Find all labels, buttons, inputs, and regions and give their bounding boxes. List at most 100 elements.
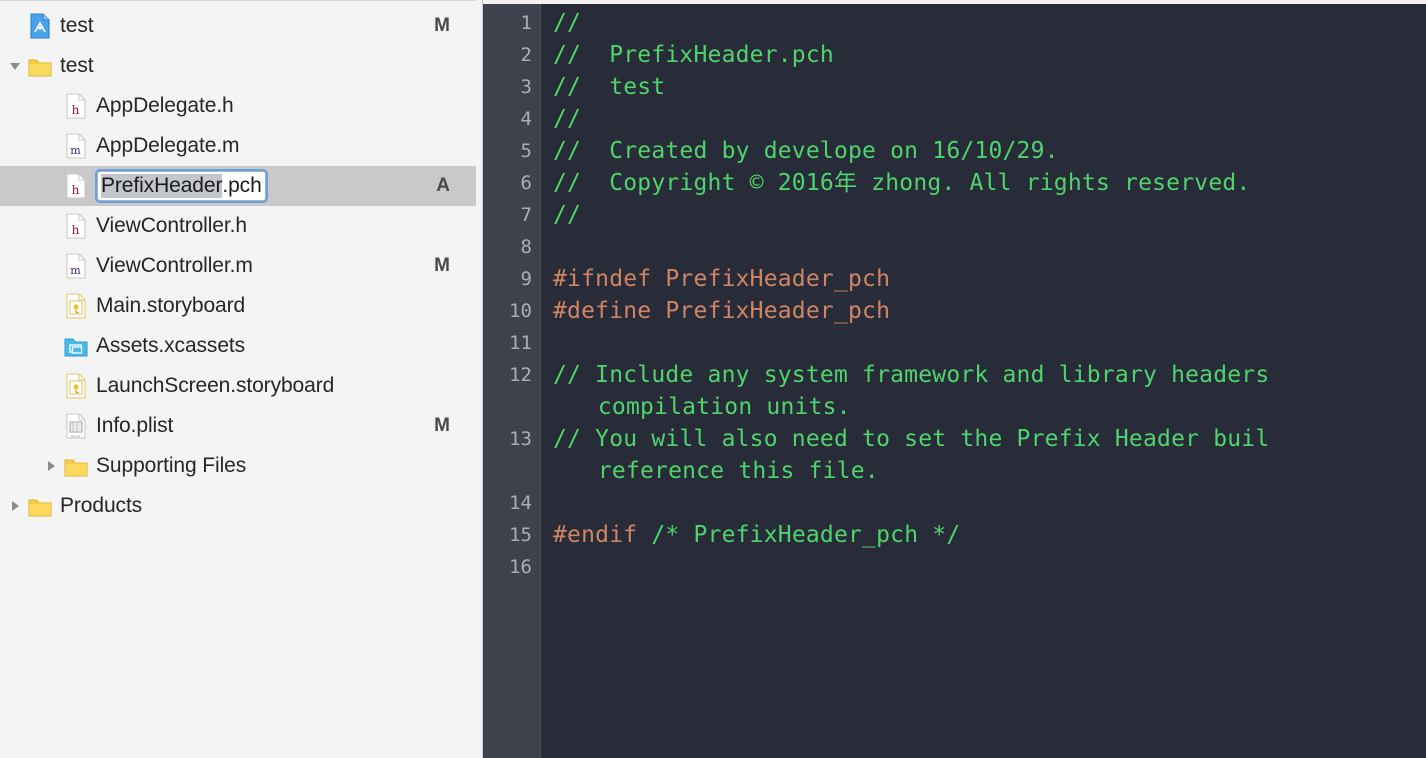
code-line-12-wrap[interactable]: compilation units.	[553, 391, 1426, 423]
comment-token: //	[553, 10, 582, 36]
code-line-8[interactable]	[553, 231, 1426, 263]
code-line-13[interactable]: // You will also need to set the Prefix …	[553, 423, 1426, 455]
line-number: 13	[509, 428, 532, 450]
code-line-9[interactable]: #ifndef PrefixHeader_pch	[553, 263, 1426, 295]
code-line-1[interactable]: //	[553, 7, 1426, 39]
folder-icon	[26, 495, 54, 518]
navigator-row-supporting-files[interactable]: Supporting Files	[0, 446, 482, 486]
line-number: 15	[509, 524, 532, 546]
objc-file-icon: m	[62, 252, 90, 280]
code-line-16[interactable]	[553, 551, 1426, 583]
navigator-row-appdelegate-h[interactable]: h AppDelegate.h	[0, 86, 482, 126]
comment-token: // PrefixHeader.pch	[553, 42, 834, 68]
line-number: 7	[520, 204, 532, 226]
xcassets-folder-icon	[62, 335, 90, 358]
source-code-editor[interactable]: 1 2 3 4 5 6 7 8 9 10 11 12 13 14 15 16 //// PrefixHea…	[483, 0, 1426, 758]
navigator-row-label: ViewController.h	[96, 214, 247, 237]
line-number: 8	[520, 236, 532, 258]
navigator-scrollbar[interactable]	[476, 0, 482, 758]
header-file-icon: h	[62, 212, 90, 240]
editor-top-divider	[483, 0, 1426, 4]
code-line-4[interactable]: //	[553, 103, 1426, 135]
line-number: 2	[520, 44, 532, 66]
line-number-gutter[interactable]: 1 2 3 4 5 6 7 8 9 10 11 12 13 14 15 16	[483, 0, 541, 758]
header-file-icon: h	[62, 92, 90, 120]
comment-token: // test	[553, 74, 666, 100]
line-number: 5	[520, 140, 532, 162]
comment-token: /* PrefixHeader_pch */	[637, 522, 961, 548]
comment-token: compilation units.	[597, 394, 851, 420]
scm-status-badge: A	[436, 175, 450, 196]
navigator-row-test[interactable]: test M	[0, 6, 482, 46]
folder-icon	[26, 55, 54, 78]
line-number: 11	[509, 332, 532, 354]
line-number: 1	[520, 12, 532, 34]
navigator-row-appdelegate-m[interactable]: m AppDelegate.m	[0, 126, 482, 166]
code-text-area[interactable]: // // PrefixHeader.pch // test // // Created…	[541, 0, 1426, 758]
folder-icon	[62, 455, 90, 478]
code-line-14[interactable]	[553, 487, 1426, 519]
code-line-12[interactable]: // Include any system framework and libr…	[553, 359, 1426, 391]
navigator-row-assets-xcassets[interactable]: Assets.xcassets	[0, 326, 482, 366]
navigator-row-info-plist[interactable]: PLIST Info.plist M	[0, 406, 482, 446]
xcode-window: test Mtest h AppDelegate.h m AppDelegate.m h Pr…	[0, 0, 1426, 758]
navigator-row-test[interactable]: test	[0, 46, 482, 86]
preprocessor-token: #endif	[553, 522, 638, 548]
navigator-row-label: test	[60, 14, 94, 37]
navigator-row-label: Products	[60, 494, 143, 517]
line-number: 16	[509, 556, 532, 578]
comment-token: // Copyright © 2016年 zhong. All rights r…	[553, 170, 1251, 196]
navigator-row-main-storyboard[interactable]: Main.storyboard	[0, 286, 482, 326]
chevron-right-icon[interactable]	[40, 458, 62, 474]
line-number: 6	[520, 172, 532, 194]
svg-text:m: m	[70, 144, 81, 157]
comment-token: // You will also need to set the Prefix …	[553, 426, 1270, 452]
code-line-11[interactable]	[553, 327, 1426, 359]
code-line-7[interactable]: //	[553, 199, 1426, 231]
preprocessor-token: #define PrefixHeader_pch	[553, 298, 891, 324]
rename-selected-text: PrefixHeader	[101, 173, 223, 198]
code-line-13-wrap[interactable]: reference this file.	[553, 455, 1426, 487]
navigator-row-label: AppDelegate.h	[96, 94, 234, 117]
navigator-row-products[interactable]: Products	[0, 486, 482, 526]
scm-status-badge: M	[434, 415, 450, 436]
navigator-row-launchscreen-storyboard[interactable]: LaunchScreen.storyboard	[0, 366, 482, 406]
navigator-row-viewcontroller-h[interactable]: h ViewController.h	[0, 206, 482, 246]
svg-text:m: m	[70, 264, 81, 277]
navigator-row-viewcontroller-m[interactable]: m ViewController.m M	[0, 246, 482, 286]
line-number: 10	[509, 300, 532, 322]
svg-text:h: h	[72, 103, 80, 117]
navigator-row-label: Supporting Files	[96, 454, 247, 477]
code-line-10[interactable]: #define PrefixHeader_pch	[553, 295, 1426, 327]
svg-text:PLIST: PLIST	[71, 434, 82, 438]
comment-token: //	[553, 202, 582, 228]
code-line-15[interactable]: #endif /* PrefixHeader_pch */	[553, 519, 1426, 551]
comment-token: // Include any system framework and libr…	[553, 362, 1270, 388]
navigator-row-label: LaunchScreen.storyboard	[96, 374, 335, 397]
navigator-row-label: Main.storyboard	[96, 294, 246, 317]
line-number: 14	[509, 492, 532, 514]
line-number-wrap-spacer	[483, 455, 540, 487]
code-line-6[interactable]: // Copyright © 2016年 zhong. All rights r…	[553, 167, 1426, 199]
line-number: 9	[520, 268, 532, 290]
line-number-wrap-spacer	[483, 391, 540, 423]
project-navigator-list[interactable]: test Mtest h AppDelegate.h m AppDelegate.m h Pr…	[0, 6, 482, 526]
navigator-row-label: Assets.xcassets	[96, 334, 246, 357]
project-navigator[interactable]: test Mtest h AppDelegate.h m AppDelegate.m h Pr…	[0, 0, 483, 758]
navigator-row-label: AppDelegate.m	[96, 134, 240, 157]
storyboard-file-icon	[62, 292, 90, 320]
xcode-project-icon	[26, 12, 54, 40]
code-line-5[interactable]: // Created by develope on 16/10/29.	[553, 135, 1426, 167]
code-line-2[interactable]: // PrefixHeader.pch	[553, 39, 1426, 71]
chevron-right-icon[interactable]	[4, 498, 26, 514]
file-rename-input[interactable]: PrefixHeader .pch	[97, 171, 266, 201]
navigator-top-divider	[0, 0, 482, 1]
rename-extension-text: .pch	[222, 173, 262, 197]
navigator-row-prefixheader-pch[interactable]: h PrefixHeader .pch A	[0, 166, 482, 206]
line-number: 4	[520, 108, 532, 130]
storyboard-file-icon	[62, 372, 90, 400]
code-line-3[interactable]: // test	[553, 71, 1426, 103]
chevron-down-icon[interactable]	[4, 58, 26, 74]
navigator-row-label: ViewController.m	[96, 254, 253, 277]
svg-text:h: h	[72, 223, 80, 237]
